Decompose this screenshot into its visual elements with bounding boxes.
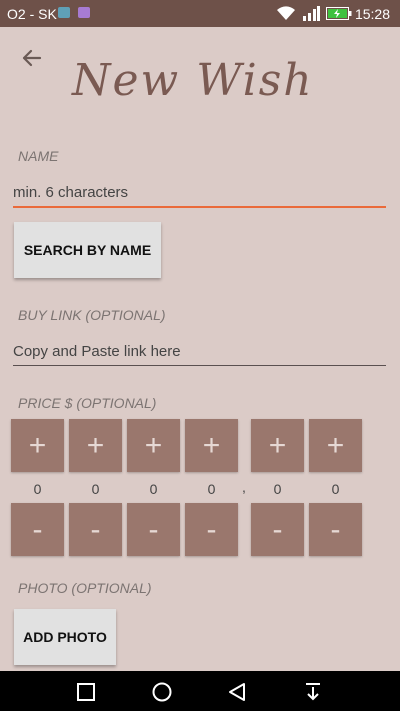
price-decimal-1: 0 (273, 481, 282, 497)
price-decimal-1-plus-button[interactable]: + (251, 419, 304, 472)
price-digit-1-plus-button[interactable]: + (11, 419, 64, 472)
price-digit-4: 0 (207, 481, 216, 497)
recent-apps-icon[interactable] (76, 682, 96, 702)
notification-icon (58, 7, 70, 18)
signal-icon (303, 6, 320, 21)
buy-link-label: BUY LINK (OPTIONAL) (18, 307, 166, 323)
back-arrow-icon[interactable] (18, 44, 46, 72)
price-decimal-2: 0 (331, 481, 340, 497)
carrier-name: O2 - SK (7, 6, 57, 22)
decimal-separator: , (242, 479, 246, 495)
add-photo-button[interactable]: ADD PHOTO (14, 609, 116, 665)
back-icon[interactable] (227, 682, 247, 702)
price-decimal-2-plus-button[interactable]: + (309, 419, 362, 472)
price-digit-2-plus-button[interactable]: + (69, 419, 122, 472)
price-decimal-1-minus-button[interactable]: - (251, 503, 304, 556)
home-icon[interactable] (151, 682, 173, 702)
price-label: PRICE $ (OPTIONAL) (18, 395, 157, 411)
price-digit-4-plus-button[interactable]: + (185, 419, 238, 472)
price-digit-2: 0 (91, 481, 100, 497)
battery-icon (326, 7, 352, 20)
price-digit-4-minus-button[interactable]: - (185, 503, 238, 556)
price-digit-3: 0 (149, 481, 158, 497)
status-bar: O2 - SK 15:28 (0, 0, 400, 27)
wifi-icon (277, 6, 295, 20)
price-decimal-2-minus-button[interactable]: - (309, 503, 362, 556)
buy-link-input[interactable]: Copy and Paste link here (13, 339, 386, 366)
search-by-name-button[interactable]: SEARCH BY NAME (14, 222, 161, 278)
navigation-bar (0, 671, 400, 711)
notification-icon (78, 7, 90, 18)
price-digit-2-minus-button[interactable]: - (69, 503, 122, 556)
name-label: NAME (18, 148, 59, 164)
name-input[interactable]: min. 6 characters (13, 180, 386, 208)
price-digit-3-minus-button[interactable]: - (127, 503, 180, 556)
price-digit-1-minus-button[interactable]: - (11, 503, 64, 556)
photo-label: PHOTO (OPTIONAL) (18, 580, 152, 596)
clock: 15:28 (354, 6, 390, 22)
page-title: New Wish (72, 55, 314, 106)
price-digit-3-plus-button[interactable]: + (127, 419, 180, 472)
price-digit-1: 0 (33, 481, 42, 497)
notification-drawer-icon[interactable] (303, 682, 323, 702)
